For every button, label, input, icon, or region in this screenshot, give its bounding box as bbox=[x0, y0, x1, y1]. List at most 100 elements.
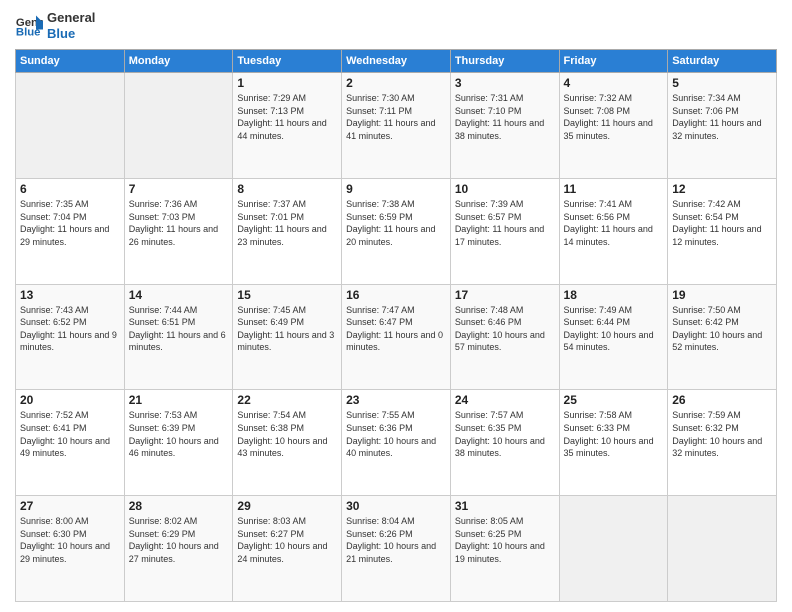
day-number: 4 bbox=[564, 76, 664, 90]
day-info: Sunrise: 8:04 AM Sunset: 6:26 PM Dayligh… bbox=[346, 515, 446, 565]
weekday-header-thursday: Thursday bbox=[450, 50, 559, 73]
day-number: 9 bbox=[346, 182, 446, 196]
day-number: 26 bbox=[672, 393, 772, 407]
day-info: Sunrise: 8:05 AM Sunset: 6:25 PM Dayligh… bbox=[455, 515, 555, 565]
day-number: 19 bbox=[672, 288, 772, 302]
day-cell: 15Sunrise: 7:45 AM Sunset: 6:49 PM Dayli… bbox=[233, 284, 342, 390]
day-number: 10 bbox=[455, 182, 555, 196]
day-info: Sunrise: 7:52 AM Sunset: 6:41 PM Dayligh… bbox=[20, 409, 120, 459]
day-cell: 18Sunrise: 7:49 AM Sunset: 6:44 PM Dayli… bbox=[559, 284, 668, 390]
day-number: 12 bbox=[672, 182, 772, 196]
day-info: Sunrise: 7:47 AM Sunset: 6:47 PM Dayligh… bbox=[346, 304, 446, 354]
day-number: 16 bbox=[346, 288, 446, 302]
day-info: Sunrise: 7:49 AM Sunset: 6:44 PM Dayligh… bbox=[564, 304, 664, 354]
day-number: 29 bbox=[237, 499, 337, 513]
weekday-header-monday: Monday bbox=[124, 50, 233, 73]
day-cell: 14 Sunrise: 7:44 AM Sunset: 6:51 PM Dayli… bbox=[124, 284, 233, 390]
day-number: 6 bbox=[20, 182, 120, 196]
day-cell: 17Sunrise: 7:48 AM Sunset: 6:46 PM Dayli… bbox=[450, 284, 559, 390]
day-info: Sunrise: 7:35 AM Sunset: 7:04 PM Dayligh… bbox=[20, 198, 120, 248]
day-cell: 7 Sunrise: 7:36 AM Sunset: 7:03 PM Daylig… bbox=[124, 178, 233, 284]
day-cell: 13 Sunrise: 7:43 AM Sunset: 6:52 PM Dayli… bbox=[16, 284, 125, 390]
logo-blue: Blue bbox=[47, 26, 95, 42]
day-number: 24 bbox=[455, 393, 555, 407]
day-info: Sunrise: 7:36 AM Sunset: 7:03 PM Dayligh… bbox=[129, 198, 229, 248]
day-number: 13 bbox=[20, 288, 120, 302]
week-row-3: 13 Sunrise: 7:43 AM Sunset: 6:52 PM Dayli… bbox=[16, 284, 777, 390]
day-number: 15 bbox=[237, 288, 337, 302]
day-cell: 11 Sunrise: 7:41 AM Sunset: 6:56 PM Dayli… bbox=[559, 178, 668, 284]
day-cell: 6 Sunrise: 7:35 AM Sunset: 7:04 PM Daylig… bbox=[16, 178, 125, 284]
day-number: 23 bbox=[346, 393, 446, 407]
week-row-5: 27 Sunrise: 8:00 AM Sunset: 6:30 PM Dayli… bbox=[16, 496, 777, 602]
day-info: Sunrise: 8:02 AM Sunset: 6:29 PM Dayligh… bbox=[129, 515, 229, 565]
day-number: 2 bbox=[346, 76, 446, 90]
day-cell bbox=[668, 496, 777, 602]
day-info: Sunrise: 7:53 AM Sunset: 6:39 PM Dayligh… bbox=[129, 409, 229, 459]
day-info: Sunrise: 7:50 AM Sunset: 6:42 PM Dayligh… bbox=[672, 304, 772, 354]
day-info: Sunrise: 7:54 AM Sunset: 6:38 PM Dayligh… bbox=[237, 409, 337, 459]
weekday-header-sunday: Sunday bbox=[16, 50, 125, 73]
calendar-table: SundayMondayTuesdayWednesdayThursdayFrid… bbox=[15, 49, 777, 602]
day-cell: 31 Sunrise: 8:05 AM Sunset: 6:25 PM Dayli… bbox=[450, 496, 559, 602]
day-info: Sunrise: 7:30 AM Sunset: 7:11 PM Dayligh… bbox=[346, 92, 446, 142]
day-number: 17 bbox=[455, 288, 555, 302]
day-number: 30 bbox=[346, 499, 446, 513]
day-cell: 3 Sunrise: 7:31 AM Sunset: 7:10 PM Daylig… bbox=[450, 73, 559, 179]
day-info: Sunrise: 7:43 AM Sunset: 6:52 PM Dayligh… bbox=[20, 304, 120, 354]
day-number: 31 bbox=[455, 499, 555, 513]
day-info: Sunrise: 7:31 AM Sunset: 7:10 PM Dayligh… bbox=[455, 92, 555, 142]
header: General Blue General Blue bbox=[15, 10, 777, 41]
day-cell: 19 Sunrise: 7:50 AM Sunset: 6:42 PM Dayli… bbox=[668, 284, 777, 390]
day-cell: 9 Sunrise: 7:38 AM Sunset: 6:59 PM Daylig… bbox=[342, 178, 451, 284]
day-cell: 8 Sunrise: 7:37 AM Sunset: 7:01 PM Daylig… bbox=[233, 178, 342, 284]
day-number: 22 bbox=[237, 393, 337, 407]
day-cell: 10 Sunrise: 7:39 AM Sunset: 6:57 PM Dayli… bbox=[450, 178, 559, 284]
logo-general: General bbox=[47, 10, 95, 26]
day-info: Sunrise: 7:44 AM Sunset: 6:51 PM Dayligh… bbox=[129, 304, 229, 354]
day-info: Sunrise: 7:37 AM Sunset: 7:01 PM Dayligh… bbox=[237, 198, 337, 248]
day-cell bbox=[559, 496, 668, 602]
day-info: Sunrise: 7:42 AM Sunset: 6:54 PM Dayligh… bbox=[672, 198, 772, 248]
day-number: 25 bbox=[564, 393, 664, 407]
day-number: 20 bbox=[20, 393, 120, 407]
weekday-header-friday: Friday bbox=[559, 50, 668, 73]
logo-icon: General Blue bbox=[15, 12, 43, 40]
day-number: 21 bbox=[129, 393, 229, 407]
day-info: Sunrise: 7:38 AM Sunset: 6:59 PM Dayligh… bbox=[346, 198, 446, 248]
day-number: 27 bbox=[20, 499, 120, 513]
day-info: Sunrise: 7:59 AM Sunset: 6:32 PM Dayligh… bbox=[672, 409, 772, 459]
day-cell: 28 Sunrise: 8:02 AM Sunset: 6:29 PM Dayli… bbox=[124, 496, 233, 602]
day-cell: 21 Sunrise: 7:53 AM Sunset: 6:39 PM Dayli… bbox=[124, 390, 233, 496]
day-number: 5 bbox=[672, 76, 772, 90]
day-info: Sunrise: 8:03 AM Sunset: 6:27 PM Dayligh… bbox=[237, 515, 337, 565]
logo: General Blue General Blue bbox=[15, 10, 95, 41]
calendar-header-row: SundayMondayTuesdayWednesdayThursdayFrid… bbox=[16, 50, 777, 73]
day-info: Sunrise: 7:39 AM Sunset: 6:57 PM Dayligh… bbox=[455, 198, 555, 248]
day-info: Sunrise: 7:29 AM Sunset: 7:13 PM Dayligh… bbox=[237, 92, 337, 142]
day-cell: 12 Sunrise: 7:42 AM Sunset: 6:54 PM Dayli… bbox=[668, 178, 777, 284]
day-cell bbox=[124, 73, 233, 179]
day-cell: 30 Sunrise: 8:04 AM Sunset: 6:26 PM Dayli… bbox=[342, 496, 451, 602]
day-info: Sunrise: 7:58 AM Sunset: 6:33 PM Dayligh… bbox=[564, 409, 664, 459]
week-row-1: 1 Sunrise: 7:29 AM Sunset: 7:13 PM Daylig… bbox=[16, 73, 777, 179]
day-info: Sunrise: 7:55 AM Sunset: 6:36 PM Dayligh… bbox=[346, 409, 446, 459]
day-number: 3 bbox=[455, 76, 555, 90]
day-number: 1 bbox=[237, 76, 337, 90]
day-info: Sunrise: 8:00 AM Sunset: 6:30 PM Dayligh… bbox=[20, 515, 120, 565]
day-cell: 26 Sunrise: 7:59 AM Sunset: 6:32 PM Dayli… bbox=[668, 390, 777, 496]
weekday-header-tuesday: Tuesday bbox=[233, 50, 342, 73]
day-cell bbox=[16, 73, 125, 179]
day-cell: 29 Sunrise: 8:03 AM Sunset: 6:27 PM Dayli… bbox=[233, 496, 342, 602]
day-number: 11 bbox=[564, 182, 664, 196]
day-info: Sunrise: 7:32 AM Sunset: 7:08 PM Dayligh… bbox=[564, 92, 664, 142]
day-number: 28 bbox=[129, 499, 229, 513]
day-info: Sunrise: 7:41 AM Sunset: 6:56 PM Dayligh… bbox=[564, 198, 664, 248]
day-cell: 1 Sunrise: 7:29 AM Sunset: 7:13 PM Daylig… bbox=[233, 73, 342, 179]
day-number: 8 bbox=[237, 182, 337, 196]
day-info: Sunrise: 7:34 AM Sunset: 7:06 PM Dayligh… bbox=[672, 92, 772, 142]
day-number: 7 bbox=[129, 182, 229, 196]
day-number: 14 bbox=[129, 288, 229, 302]
day-cell: 24Sunrise: 7:57 AM Sunset: 6:35 PM Dayli… bbox=[450, 390, 559, 496]
day-cell: 25 Sunrise: 7:58 AM Sunset: 6:33 PM Dayli… bbox=[559, 390, 668, 496]
